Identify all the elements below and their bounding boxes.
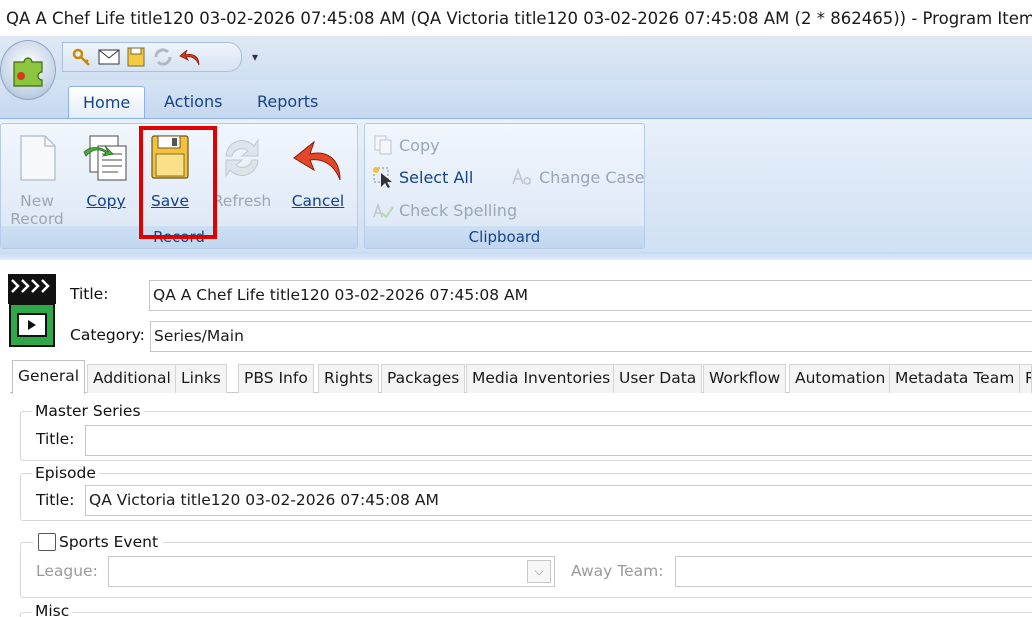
new-record-icon: [20, 135, 56, 181]
change-case-button[interactable]: Change Case: [511, 164, 645, 190]
application-menu-button[interactable]: [0, 40, 56, 100]
check-spelling-icon: [371, 198, 395, 222]
refresh-record-label: Refresh: [212, 192, 272, 210]
ribbon-divider: [0, 252, 1032, 260]
sports-event-checkbox[interactable]: [38, 533, 56, 551]
tab-additional[interactable]: Additional: [87, 364, 177, 393]
cancel-arrow-icon: [293, 140, 341, 181]
refresh-icon: [225, 138, 259, 178]
tab-automation[interactable]: Automation: [789, 364, 892, 393]
copy-record-label: Copy: [86, 192, 126, 210]
tab-general[interactable]: General: [12, 360, 86, 394]
tab-workflow[interactable]: Workflow: [703, 364, 787, 393]
change-case-icon: [511, 165, 535, 189]
tab-metadata-team[interactable]: Metadata Team: [889, 364, 1021, 393]
league-label: League:: [36, 562, 98, 580]
qat-customize-dropdown[interactable]: ▾: [252, 50, 258, 64]
tab-home[interactable]: Home: [68, 86, 146, 118]
key-icon[interactable]: [71, 46, 93, 68]
change-case-label: Change Case: [539, 167, 645, 187]
select-all-icon: [371, 165, 395, 189]
select-all-label: Select All: [399, 167, 474, 187]
misc-section: [20, 612, 1032, 617]
save-icon[interactable]: [125, 46, 147, 68]
save-highlight-box: [139, 126, 217, 239]
copy-icon: [83, 135, 127, 181]
dropdown-icon[interactable]: ⌵: [527, 560, 551, 583]
tab-overflow[interactable]: R: [1019, 364, 1032, 393]
refresh-icon: [152, 46, 174, 68]
tab-pbs-info[interactable]: PBS Info: [238, 364, 314, 393]
new-record-label-line1: New: [20, 192, 54, 210]
category-field[interactable]: Series/Main: [150, 321, 1032, 352]
episode-title-field[interactable]: QA Victoria title120 03-02-2026 07:45:08…: [85, 485, 1032, 516]
sports-event-label: Sports Event: [59, 533, 159, 551]
category-label: Category:: [70, 326, 145, 344]
misc-legend: Misc: [32, 602, 73, 617]
tab-user-data[interactable]: User Data: [613, 364, 703, 393]
copy-record-button[interactable]: Copy: [73, 130, 139, 230]
app-puzzle-icon: [13, 57, 43, 87]
master-series-title-field[interactable]: [85, 425, 1032, 456]
window-title: QA A Chef Life title120 03-02-2026 07:45…: [6, 8, 1032, 28]
title-label: Title:: [70, 285, 109, 303]
clipboard-group-label: Clipboard: [365, 226, 644, 248]
undo-icon[interactable]: [179, 46, 201, 68]
tab-reports[interactable]: Reports: [243, 86, 332, 118]
episode-title-label: Title:: [36, 491, 75, 509]
cancel-record-button[interactable]: Cancel: [285, 130, 351, 230]
window-title-bar: QA A Chef Life title120 03-02-2026 07:45…: [0, 0, 1032, 36]
copy-icon: [371, 133, 395, 157]
away-team-label: Away Team:: [571, 562, 664, 580]
clipboard-copy-button[interactable]: Copy: [371, 132, 440, 158]
tab-rights[interactable]: Rights: [318, 364, 379, 393]
master-series-title-label: Title:: [36, 430, 75, 448]
refresh-record-button[interactable]: Refresh: [209, 130, 275, 230]
title-field[interactable]: QA A Chef Life title120 03-02-2026 07:45…: [149, 280, 1032, 311]
clipboard-copy-label: Copy: [399, 135, 440, 155]
episode-legend: Episode: [32, 464, 99, 482]
mail-icon[interactable]: [98, 46, 120, 68]
league-combo[interactable]: ⌵: [108, 556, 555, 587]
new-record-button[interactable]: New Record: [4, 130, 70, 230]
select-all-button[interactable]: Select All: [371, 164, 473, 190]
tab-links[interactable]: Links: [175, 364, 227, 393]
tab-packages[interactable]: Packages: [381, 364, 466, 393]
check-spelling-label: Check Spelling: [399, 200, 518, 220]
cancel-record-label: Cancel: [291, 192, 345, 210]
check-spelling-button[interactable]: Check Spelling: [371, 197, 517, 223]
clipboard-group: Copy Select All Check Spelling Change Ca…: [364, 123, 645, 249]
quick-access-toolbar: [62, 42, 242, 72]
tab-actions[interactable]: Actions: [150, 86, 236, 118]
master-series-legend: Master Series: [32, 402, 144, 420]
program-item-icon: [8, 274, 56, 347]
away-team-combo[interactable]: [675, 556, 1032, 587]
tab-media-inventories[interactable]: Media Inventories: [466, 364, 617, 393]
